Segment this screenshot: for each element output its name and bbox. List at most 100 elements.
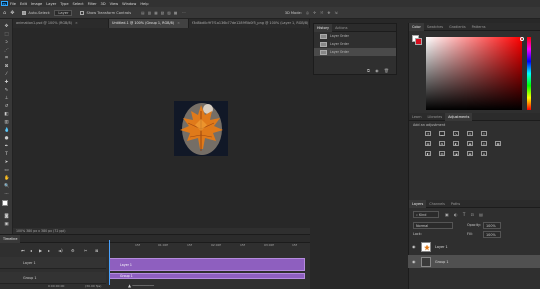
history-item[interactable]: Layer Order xyxy=(314,32,396,40)
frame-tool-icon[interactable]: ⊠ xyxy=(4,64,9,69)
menu-image[interactable]: Image xyxy=(31,2,42,6)
rectangle-tool-icon[interactable]: ▭ xyxy=(4,168,9,173)
quick-select-tool-icon[interactable]: ⋰ xyxy=(4,48,9,53)
more-tools-icon[interactable]: ··· xyxy=(4,192,9,197)
menu-help[interactable]: Help xyxy=(140,2,148,6)
tab-paths[interactable]: Paths xyxy=(448,200,463,208)
path-select-tool-icon[interactable]: ➤ xyxy=(4,160,9,165)
first-frame-icon[interactable]: ⏮ xyxy=(21,248,25,253)
menu-layer[interactable]: Layer xyxy=(46,2,56,6)
gradient-tool-icon[interactable]: ▥ xyxy=(4,120,9,125)
history-item[interactable]: Layer Order xyxy=(314,40,396,48)
selective-color-icon[interactable]: ⊡ xyxy=(481,151,487,156)
tab-history[interactable]: History xyxy=(314,23,333,32)
menu-file[interactable]: File xyxy=(10,2,16,6)
fill-input[interactable]: 100% xyxy=(483,231,501,238)
channel-mixer-icon[interactable]: ◎ xyxy=(481,141,487,146)
history-item[interactable]: Layer Order xyxy=(314,48,396,56)
canvas-area[interactable] xyxy=(13,28,310,228)
blur-tool-icon[interactable]: 💧 xyxy=(4,128,9,133)
picker-cursor-icon[interactable] xyxy=(520,37,524,41)
next-frame-icon[interactable]: ▸ xyxy=(48,248,50,253)
clone-stamp-tool-icon[interactable]: ⊥ xyxy=(4,96,9,101)
zoom-tool-icon[interactable]: 🔍 xyxy=(4,184,9,189)
lasso-tool-icon[interactable]: ↄ xyxy=(4,40,9,45)
healing-brush-tool-icon[interactable]: ✚ xyxy=(4,80,9,85)
foreground-color-swatch[interactable] xyxy=(2,200,8,206)
curves-icon[interactable]: ∿ xyxy=(453,131,459,136)
close-icon[interactable]: × xyxy=(75,19,78,28)
tab-actions[interactable]: Actions xyxy=(332,26,350,30)
screen-mode-icon[interactable]: ▣ xyxy=(4,222,9,227)
timeline-track-group-1[interactable]: Group 1 xyxy=(0,272,106,284)
settings-gear-icon[interactable]: ⚙ xyxy=(71,248,75,253)
clip-layer-1[interactable]: Layer 1 xyxy=(109,258,305,271)
split-clip-icon[interactable]: ✂ xyxy=(84,248,87,253)
tab-libraries[interactable]: Libraries xyxy=(424,113,445,121)
tab-animation1[interactable]: animation1.psd @ 100% (RGB/8) × xyxy=(13,19,109,28)
layer-row-layer-1[interactable]: ◉ Layer 1 xyxy=(408,240,540,253)
exposure-icon[interactable]: ± xyxy=(467,131,473,136)
previous-frame-icon[interactable]: ◂ xyxy=(30,248,32,253)
posterize-icon[interactable]: ▥ xyxy=(439,151,445,156)
clip-group-1[interactable]: Group 1 xyxy=(109,273,305,279)
tab-channels[interactable]: Channels xyxy=(426,200,448,208)
move-tool-icon[interactable]: ✥ xyxy=(10,10,14,16)
crop-tool-icon[interactable]: ⌗ xyxy=(4,56,9,61)
menu-select[interactable]: Select xyxy=(73,2,84,6)
auto-select-checkbox[interactable] xyxy=(22,10,27,15)
tab-patterns[interactable]: Patterns xyxy=(469,23,489,31)
menu-filter[interactable]: Filter xyxy=(88,2,97,6)
move-tool-icon[interactable]: ✥ xyxy=(4,24,9,29)
history-brush-tool-icon[interactable]: ↺ xyxy=(4,104,9,109)
type-tool-icon[interactable]: T xyxy=(4,152,9,157)
align-icons[interactable]: ▤ ▥ ▦ ▧ ▨ ▩ xyxy=(141,11,178,15)
black-white-icon[interactable]: ◐ xyxy=(453,141,459,146)
3d-mode-icons[interactable]: ◎ ✢ ⤧ ✥ ⇲ xyxy=(306,11,339,15)
eyedropper-tool-icon[interactable]: ⁄ xyxy=(4,72,9,77)
menu-type[interactable]: Type xyxy=(60,2,68,6)
dodge-tool-icon[interactable]: ● xyxy=(4,136,9,141)
more-options-icon[interactable]: ··· xyxy=(182,11,185,15)
color-picker-field[interactable] xyxy=(426,37,524,110)
layer-select-dropdown[interactable]: Layer xyxy=(54,9,73,16)
document-canvas[interactable] xyxy=(174,101,228,156)
tab-f3d8bd-png[interactable]: f3d8bd0c9f7f1a136b77de1289f5b0f5_png @ 1… xyxy=(189,19,310,28)
history-actions-icons[interactable]: ⧉ ◉ 🗑 xyxy=(367,68,391,73)
menu-window[interactable]: Window xyxy=(122,2,136,6)
tab-adjustments[interactable]: Adjustments xyxy=(445,112,473,121)
menu-3d[interactable]: 3D xyxy=(101,2,106,6)
opacity-input[interactable]: 100% xyxy=(483,222,501,229)
tab-timeline[interactable]: Timeline xyxy=(0,234,21,243)
menu-edit[interactable]: Edit xyxy=(20,2,27,6)
eraser-tool-icon[interactable]: ◧ xyxy=(4,112,9,117)
marquee-tool-icon[interactable]: ⬚ xyxy=(4,32,9,37)
brightness-contrast-icon[interactable]: ☀ xyxy=(425,131,431,136)
gradient-map-icon[interactable]: ▬ xyxy=(467,151,473,156)
play-icon[interactable]: ▶ xyxy=(39,248,42,253)
timeline-track-layer-1[interactable]: Layer 1 xyxy=(0,257,106,269)
invert-icon[interactable]: ◧ xyxy=(425,151,431,156)
blend-mode-dropdown[interactable]: Normal xyxy=(413,222,453,229)
menu-view[interactable]: View xyxy=(110,2,119,6)
transform-controls-checkbox[interactable] xyxy=(80,10,85,15)
home-icon[interactable]: ⌂ xyxy=(3,10,6,16)
tab-color[interactable]: Color xyxy=(409,22,424,31)
levels-icon[interactable]: ▁ xyxy=(439,131,445,136)
tab-swatches[interactable]: Swatches xyxy=(424,23,446,31)
audio-icon[interactable]: ◄) xyxy=(58,248,63,253)
visibility-eye-icon[interactable]: ◉ xyxy=(412,244,417,249)
background-color-swatch[interactable] xyxy=(415,38,422,45)
tab-learn[interactable]: Learn xyxy=(409,113,424,121)
pen-tool-icon[interactable]: ✒ xyxy=(4,144,9,149)
tab-gradients[interactable]: Gradients xyxy=(446,23,469,31)
vibrance-icon[interactable]: ▽ xyxy=(481,131,487,136)
transition-icon[interactable]: ⊠ xyxy=(95,248,98,253)
hue-saturation-icon[interactable]: ▤ xyxy=(425,141,431,146)
layer-row-group-1[interactable]: ◉ Group 1 xyxy=(408,255,540,268)
playhead[interactable] xyxy=(109,240,110,285)
hue-slider[interactable] xyxy=(527,37,531,110)
color-balance-icon[interactable]: ⚖ xyxy=(439,141,445,146)
threshold-icon[interactable]: ◪ xyxy=(453,151,459,156)
color-lookup-icon[interactable]: ▦ xyxy=(495,141,501,146)
